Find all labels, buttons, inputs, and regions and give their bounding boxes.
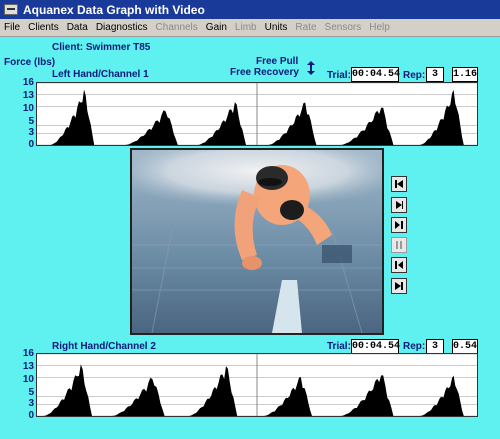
video-frame — [132, 150, 382, 333]
top-ytick: 10 — [22, 103, 34, 114]
top-trial-label: Trial: — [327, 70, 351, 81]
force-peak — [125, 110, 178, 145]
right-hand-force-plot — [37, 354, 477, 416]
force-axis-label: Force (lbs) — [4, 57, 56, 68]
swimmer-video[interactable] — [130, 148, 384, 335]
top-rep-value: 3 — [426, 67, 444, 82]
stroke-type-1: Free Pull — [256, 56, 299, 67]
top-ytick: 3 — [28, 127, 34, 138]
top-trial-time: 00:04.54 — [351, 67, 401, 82]
bottom-rep-value: 3 — [426, 339, 444, 354]
bottom-ytick: 5 — [28, 387, 34, 398]
step-forward-button[interactable] — [391, 217, 407, 233]
force-peak — [188, 366, 238, 416]
menu-diagnostics[interactable]: Diagnostics — [92, 22, 152, 33]
step-back-button[interactable] — [391, 257, 407, 273]
up-down-arrow-icon[interactable] — [306, 61, 316, 75]
bottom-ytick: 16 — [22, 348, 34, 359]
top-ytick: 13 — [22, 90, 34, 101]
left-hand-force-chart[interactable] — [36, 82, 478, 146]
go-to-start-button[interactable] — [391, 176, 407, 192]
menu-gain[interactable]: Gain — [202, 22, 231, 33]
go-to-end-button[interactable] — [391, 278, 407, 294]
step-forward-icon — [395, 221, 403, 229]
bottom-ytick: 10 — [22, 374, 34, 385]
play-icon — [396, 201, 403, 209]
force-peak — [340, 107, 394, 145]
bottom-trial-label: Trial: — [327, 341, 351, 352]
bottom-channel-title: Right Hand/Channel 2 — [52, 341, 156, 352]
bottom-force-value: 0.54 — [452, 339, 478, 354]
force-peak — [43, 364, 92, 416]
menu-data[interactable]: Data — [63, 22, 92, 33]
right-hand-force-chart[interactable] — [36, 353, 478, 417]
menu-bar: File Clients Data Diagnostics Channels G… — [0, 19, 500, 37]
window-title: Aquanex Data Graph with Video — [23, 2, 205, 17]
top-channel-title: Left Hand/Channel 1 — [52, 69, 149, 80]
bottom-rep-label: Rep: — [403, 341, 426, 352]
top-force-value: 1.16 — [452, 67, 478, 82]
force-peak — [50, 89, 95, 145]
force-peak — [419, 375, 464, 416]
menu-clients[interactable]: Clients — [24, 22, 63, 33]
menu-file[interactable]: File — [0, 22, 24, 33]
force-peak — [197, 102, 246, 145]
left-hand-force-plot — [37, 83, 477, 145]
menu-units[interactable]: Units — [261, 22, 292, 33]
force-peak — [340, 375, 394, 416]
app-icon — [4, 4, 18, 15]
client-label: Client: Swimmer T85 — [52, 42, 151, 53]
pause-button[interactable] — [391, 237, 407, 253]
title-bar: Aquanex Data Graph with Video — [0, 0, 500, 19]
force-peak — [268, 102, 317, 145]
top-ytick: 0 — [28, 139, 34, 150]
skip-start-icon — [395, 180, 403, 188]
bottom-trial-time: 00:04.54 — [351, 339, 401, 354]
menu-channels[interactable]: Channels — [152, 22, 202, 33]
play-button[interactable] — [391, 197, 407, 213]
menu-sensors[interactable]: Sensors — [321, 22, 366, 33]
force-peak — [419, 89, 464, 145]
top-ytick: 16 — [22, 77, 34, 88]
bottom-ytick: 0 — [28, 410, 34, 421]
bottom-ytick: 3 — [28, 398, 34, 409]
step-back-icon — [395, 261, 403, 269]
skip-end-icon — [395, 282, 403, 290]
menu-rate[interactable]: Rate — [291, 22, 320, 33]
menu-limb[interactable]: Limb — [231, 22, 261, 33]
top-rep-label: Rep: — [403, 70, 426, 81]
stroke-type-2: Free Recovery — [230, 67, 299, 78]
pause-icon — [396, 241, 402, 249]
top-ytick: 5 — [28, 116, 34, 127]
menu-help[interactable]: Help — [365, 22, 394, 33]
bottom-ytick: 13 — [22, 361, 34, 372]
